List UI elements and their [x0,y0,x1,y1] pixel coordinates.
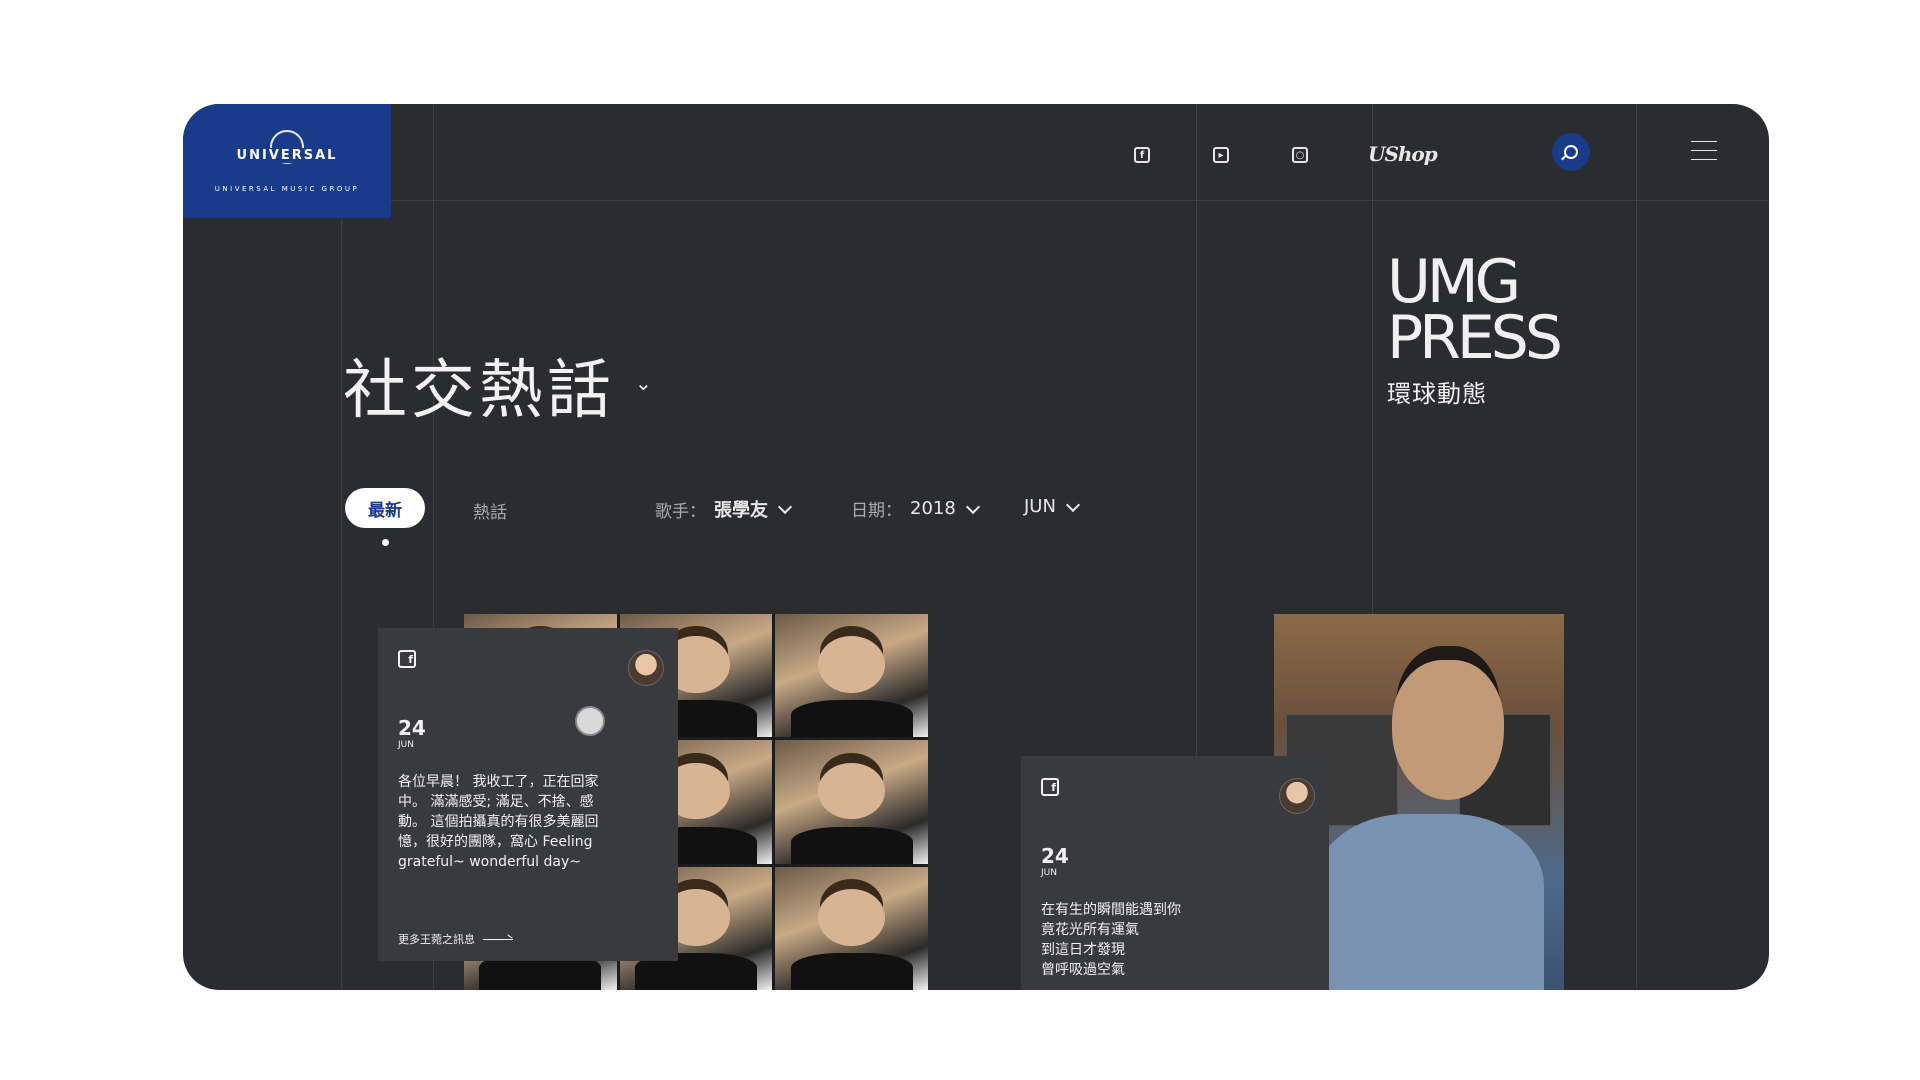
month-filter[interactable]: JUN [1024,496,1081,517]
collage-photo [775,866,928,990]
active-tab-indicator [382,539,389,546]
press-line-1: UMG [1387,247,1521,317]
post-month: JUN [1041,868,1057,878]
search-icon [1564,145,1578,159]
photo-face [1392,660,1504,800]
chevron-down-icon [965,499,980,514]
date-filter-label: 日期： [851,501,902,521]
post-day: 24 [398,716,426,740]
year-filter-value: 2018 [910,498,956,519]
chevron-down-icon [777,499,793,515]
grid-line [1636,104,1637,990]
more-link[interactable]: 更多王菀之訊息 [398,931,513,947]
logo-wordmark: UNIVERSAL [232,147,342,163]
post-card[interactable]: f 24 JUN 各位早晨！ 我收工了，正在回家 中。 滿滿感受; 滿足、不捨、… [378,628,678,961]
arrow-right-icon [483,938,513,940]
singer-filter[interactable]: 歌手： 張學友 [655,496,793,522]
press-subtitle: 環球動態 [1387,380,1487,408]
avatar [1279,778,1315,814]
universal-logo[interactable]: UNIVERSAL UNIVERSAL MUSIC GROUP [183,104,391,218]
search-button[interactable] [1552,133,1590,171]
post-day: 24 [1041,844,1069,868]
avatar [628,650,664,686]
month-filter-value: JUN [1024,496,1056,517]
hamburger-menu-icon[interactable] [1691,141,1717,168]
app-frame: UNIVERSAL UNIVERSAL MUSIC GROUP f ▸ ○ US… [183,104,1769,990]
singer-filter-label: 歌手： [655,501,706,522]
scroll-handle[interactable] [575,706,605,736]
post-month: JUN [398,740,414,750]
grid-line [341,104,342,990]
tab-latest[interactable]: 最新 [345,488,425,528]
collage-photo [775,740,928,864]
chevron-down-icon[interactable]: ⌄ [635,371,652,395]
tab-hot[interactable]: 熱話 [473,498,507,523]
collage-photo [775,614,928,738]
singer-filter-value: 張學友 [714,500,768,521]
header-divider [183,200,1769,201]
photo-shirt [1314,814,1544,990]
umg-press-heading: UMG PRESS 環球動態 [1387,247,1563,409]
facebook-icon: f [1041,778,1059,796]
youtube-icon[interactable]: ▸ [1213,147,1229,163]
logo-subtitle: UNIVERSAL MUSIC GROUP [214,184,360,193]
more-link-label: 更多王菀之訊息 [398,933,475,946]
year-filter[interactable]: 日期： 2018 [851,496,980,521]
facebook-icon: f [398,650,416,668]
post-text: 在有生的瞬間能遇到你 竟花光所有運氣 到這日才發現 曾呼吸過空氣 [1041,902,1181,978]
post-card[interactable]: f 24 JUN 在有生的瞬間能遇到你 竟花光所有運氣 到這日才發現 曾呼吸過空… [1021,756,1329,990]
instagram-icon[interactable]: ○ [1292,147,1308,163]
press-line-2: PRESS [1387,303,1563,373]
ushop-link[interactable]: UShop [1368,142,1438,166]
chevron-down-icon [1065,497,1081,512]
facebook-icon[interactable]: f [1134,147,1150,163]
page-title[interactable]: 社交熱話 [343,339,615,431]
post-text: 各位早晨！ 我收工了，正在回家 中。 滿滿感受; 滿足、不捨、感 動。 這個拍攝… [398,774,599,870]
